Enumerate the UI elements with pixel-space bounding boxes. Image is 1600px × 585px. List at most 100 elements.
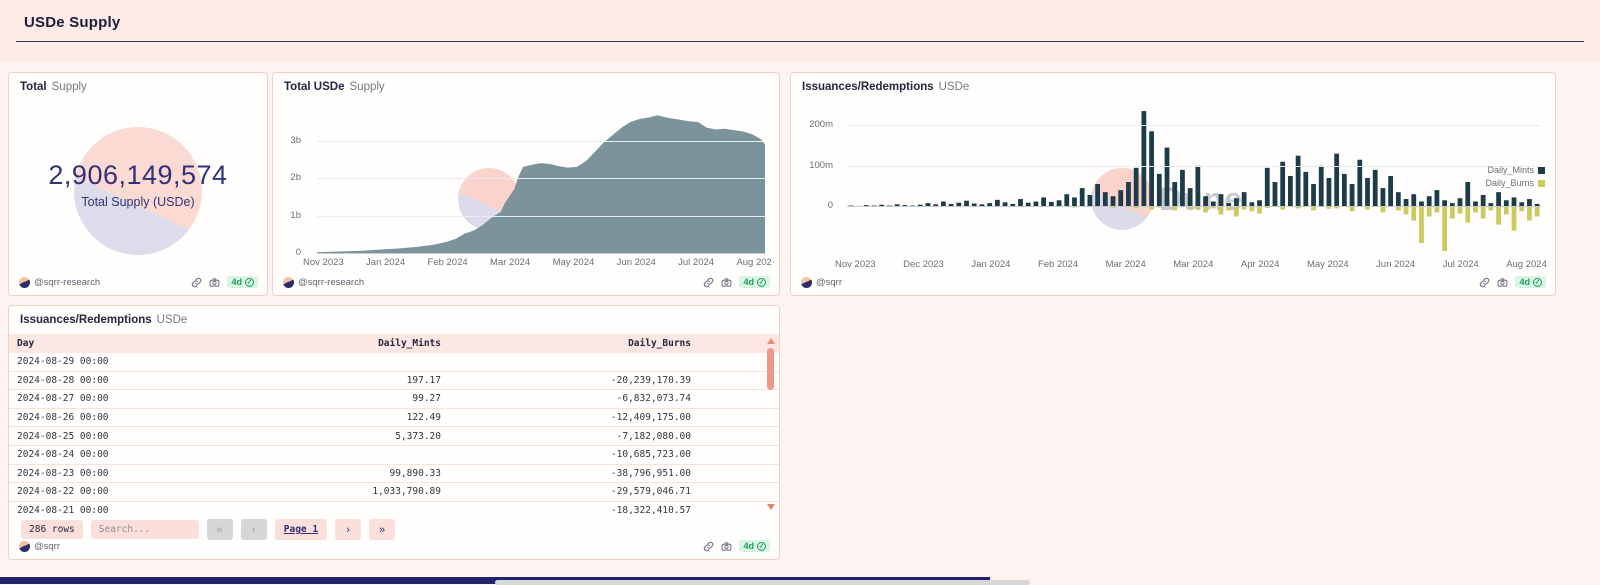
current-page-button[interactable]: Page 1: [275, 519, 327, 540]
y-axis-tick: 3b: [290, 135, 301, 146]
x-axis-tick: Nov 2023: [835, 259, 876, 270]
scroll-down-arrow-icon[interactable]: [767, 504, 775, 510]
area-chart-svg: [317, 107, 765, 253]
panel-total-supply-counter: TotalSupply 2,906,149,574 Total Supply (…: [8, 72, 268, 296]
gridline: [317, 216, 765, 217]
author-link[interactable]: @sqrr: [19, 541, 60, 552]
x-axis-tick: Mar 2024: [1106, 259, 1146, 270]
camera-icon[interactable]: [721, 277, 732, 288]
first-page-button[interactable]: «: [207, 519, 233, 540]
legend-label: Daily_Burns: [1485, 178, 1534, 188]
y-axis: 200m100m0: [805, 105, 839, 255]
x-axis-tick: Dec 2023: [903, 259, 944, 270]
gridline: [317, 178, 765, 179]
table-cell: 2024-08-26 00:00: [9, 412, 241, 423]
column-header-burns[interactable]: Daily_Burns: [441, 338, 691, 349]
table-cell: 2024-08-28 00:00: [9, 375, 241, 386]
x-axis: Nov 2023Dec 2023Jan 2024Feb 2024Mar 2024…: [835, 259, 1547, 270]
check-icon: ✓: [245, 278, 254, 287]
widget-title-link[interactable]: Issuances/RedemptionsUSDe: [20, 314, 187, 326]
widget-title-link[interactable]: Total USDeSupply: [284, 81, 385, 93]
table-row: 2024-08-24 00:00 -10,685,723.00: [9, 446, 779, 465]
x-axis-tick: Jan 2024: [366, 257, 405, 268]
data-table: Day Daily_Mints Daily_Burns 2024-08-29 0…: [9, 334, 779, 514]
widget-title-link[interactable]: Issuances/RedemptionsUSDe: [802, 81, 969, 93]
scrollbar-thumb[interactable]: [767, 348, 774, 390]
author-link[interactable]: @sqrr: [801, 277, 842, 288]
dune-logo-icon: [801, 277, 812, 288]
panel-issuances-redemptions-table: Issuances/RedemptionsUSDe Day Daily_Mint…: [8, 305, 780, 560]
table-cell: 122.49: [241, 412, 441, 423]
link-icon[interactable]: [1479, 277, 1490, 288]
author-link[interactable]: @sqrr-research: [19, 277, 100, 288]
link-icon[interactable]: [703, 277, 714, 288]
x-axis-tick: Aug 202·: [736, 257, 775, 268]
chart-legend: Daily_Mints Daily_Burns: [1485, 165, 1545, 188]
table-row: 2024-08-21 00:00 -18,322,410.57: [9, 502, 779, 514]
dune-logo-icon: [283, 277, 294, 288]
column-header-day[interactable]: Day: [9, 338, 241, 349]
legend-swatch: [1538, 180, 1545, 187]
bar-chart-plot: [847, 105, 1541, 255]
gridline: [317, 141, 765, 142]
last-page-button[interactable]: »: [369, 519, 395, 540]
column-header-mints[interactable]: Daily_Mints: [241, 338, 441, 349]
y-axis-tick: 200m: [809, 119, 833, 130]
legend-label: Daily_Mints: [1487, 165, 1534, 175]
camera-icon[interactable]: [1497, 277, 1508, 288]
legend-item[interactable]: Daily_Mints: [1487, 165, 1545, 175]
dune-logo-icon: [19, 541, 30, 552]
table-cell: 2024-08-23 00:00: [9, 468, 241, 479]
prev-page-button[interactable]: ‹: [241, 519, 267, 540]
search-input[interactable]: [91, 520, 199, 539]
panel-total-usde-supply-chart: Total USDeSupply Dune 3b2b1b0 Nov 2023Ja…: [272, 72, 780, 296]
x-axis-tick: Mar 2024: [490, 257, 530, 268]
area-chart-plot: [317, 107, 765, 253]
bar-chart-svg: [847, 105, 1541, 255]
gridline: [847, 125, 1541, 126]
page-title: USDe Supply: [24, 14, 120, 31]
table-cell: -10,685,723.00: [441, 449, 691, 460]
total-supply-caption: Total Supply (USDe): [81, 195, 194, 209]
panel-footer: @sqrr-research 4d ✓: [283, 274, 770, 290]
x-axis-tick: Feb 2024: [428, 257, 468, 268]
dune-logo-icon: [19, 277, 30, 288]
table-cell: 1,033,790.89: [241, 486, 441, 497]
table-cell: 2024-08-24 00:00: [9, 449, 241, 460]
x-axis-tick: Jun 2024: [1376, 259, 1415, 270]
refresh-age-badge[interactable]: 4d ✓: [739, 540, 770, 552]
counter-body: 2,906,149,574 Total Supply (USDe): [9, 73, 267, 295]
camera-icon[interactable]: [721, 541, 732, 552]
x-axis-tick: Aug 2024: [1506, 259, 1547, 270]
refresh-age-badge[interactable]: 4d ✓: [227, 276, 258, 288]
table-cell: 2024-08-21 00:00: [9, 505, 241, 514]
x-axis-tick: Jun 2024: [617, 257, 656, 268]
dune-watermark-circle: [74, 127, 202, 255]
table-row: 2024-08-22 00:001,033,790.89-29,579,046.…: [9, 483, 779, 502]
x-axis-tick: May 2024: [1307, 259, 1349, 270]
next-page-button[interactable]: ›: [335, 519, 361, 540]
legend-swatch: [1538, 167, 1545, 174]
y-axis: 3b2b1b0: [273, 107, 307, 253]
table-header-row: Day Daily_Mints Daily_Burns: [9, 334, 779, 353]
row-count-badge: 286 rows: [21, 520, 83, 539]
link-icon[interactable]: [703, 541, 714, 552]
table-cell: 99,890.33: [241, 468, 441, 479]
scroll-up-arrow-icon[interactable]: [767, 338, 775, 344]
panel-footer: @sqrr 4d ✓: [801, 274, 1546, 290]
dashboard-header: USDe Supply: [0, 0, 1600, 62]
x-axis-tick: Apr 2024: [1241, 259, 1280, 270]
x-axis-line: [847, 206, 1541, 207]
table-row: 2024-08-26 00:00122.49-12,409,175.00: [9, 409, 779, 428]
table-scrollbar[interactable]: [766, 338, 776, 510]
author-link[interactable]: @sqrr-research: [283, 277, 364, 288]
refresh-age-badge[interactable]: 4d ✓: [739, 276, 770, 288]
table-cell: -6,832,073.74: [441, 393, 691, 404]
camera-icon[interactable]: [209, 277, 220, 288]
table-cell: -18,322,410.57: [441, 505, 691, 514]
refresh-age-badge[interactable]: 4d ✓: [1515, 276, 1546, 288]
link-icon[interactable]: [191, 277, 202, 288]
table-cell: 2024-08-25 00:00: [9, 431, 241, 442]
horizontal-scrollbar-thumb[interactable]: [495, 580, 1030, 585]
legend-item[interactable]: Daily_Burns: [1485, 178, 1545, 188]
